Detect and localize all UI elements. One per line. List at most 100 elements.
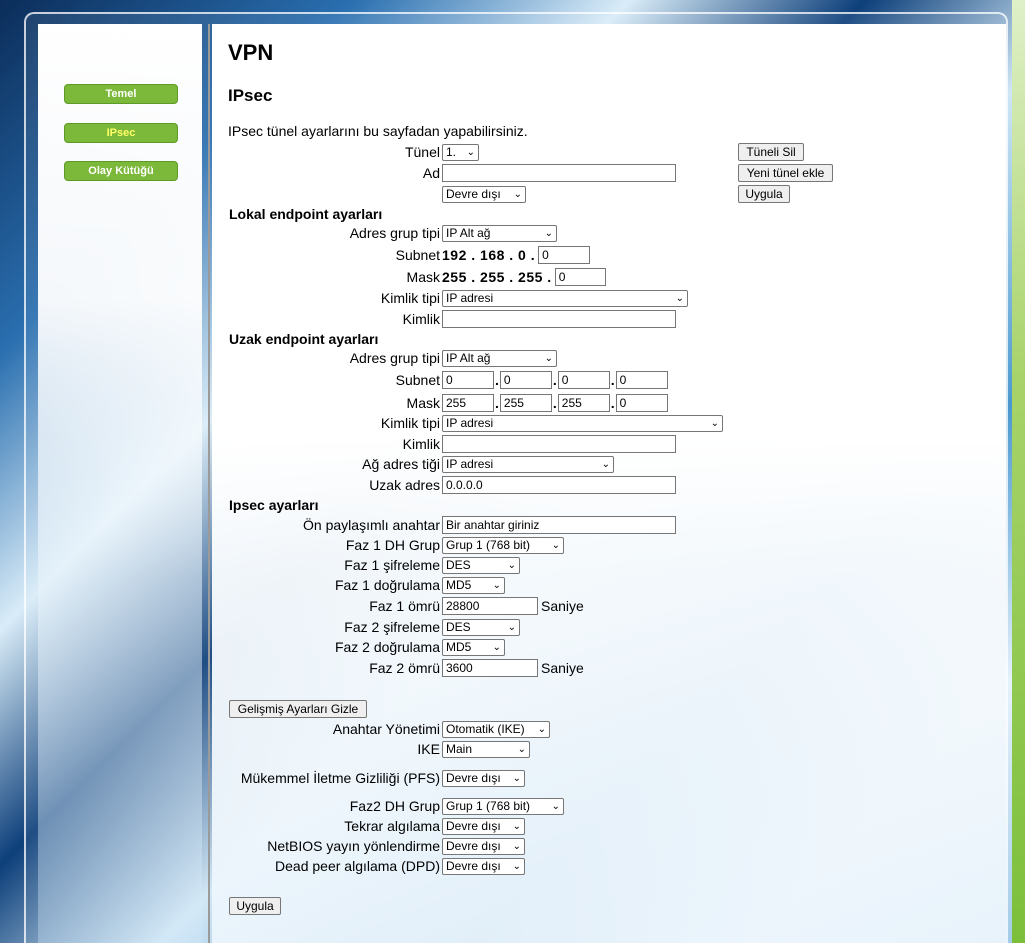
local-id-type-label: Kimlik tipi <box>380 290 440 306</box>
remote-net-addr-type-label: Ağ adres tiği <box>362 456 440 472</box>
nav-item-temel[interactable]: Temel <box>64 84 178 104</box>
psk-label: Ön paylaşımlı anahtar <box>303 517 440 533</box>
key-mgmt-select[interactable]: Otomatik (IKE) ⌄ <box>442 720 550 738</box>
dpd-select[interactable]: Devre dışı ⌄ <box>442 857 525 875</box>
tunnel-select[interactable]: 1. ⌄ <box>442 143 479 161</box>
ipsec-section-title: Ipsec ayarları <box>229 497 319 513</box>
toggle-advanced-button[interactable]: Gelişmiş Ayarları Gizle <box>229 700 367 718</box>
remote-subnet-octet-4[interactable] <box>615 371 668 389</box>
ike-select[interactable]: Main ⌄ <box>442 740 530 758</box>
chevron-down-icon: ⌄ <box>517 743 526 755</box>
sidebar: Temel IPsec Olay Kütüğü <box>38 24 202 943</box>
p1-life-input[interactable] <box>442 597 538 615</box>
local-subnet-prefix: 192 . 168 . 0 . <box>442 247 536 263</box>
intro-text: IPsec tünel ayarlarını bu sayfadan yapab… <box>228 123 528 139</box>
key-mgmt-label: Anahtar Yönetimi <box>332 721 440 737</box>
local-mask-prefix: 255 . 255 . 255 . <box>442 269 552 285</box>
remote-subnet-octet-2[interactable] <box>499 371 552 389</box>
remote-subnet-octet-3[interactable] <box>557 371 610 389</box>
chevron-down-icon: ⌄ <box>544 227 553 239</box>
p1-dh-select[interactable]: Grup 1 (768 bit) ⌄ <box>442 536 564 554</box>
remote-id-input[interactable] <box>442 435 676 453</box>
remote-group-type-select[interactable]: IP Alt ağ ⌄ <box>442 349 557 367</box>
chevron-down-icon: ⌄ <box>551 539 560 551</box>
local-subnet-label: Subnet <box>395 247 440 263</box>
add-tunnel-button[interactable]: Yeni tünel ekle <box>738 164 833 182</box>
chevron-down-icon: ⌄ <box>507 559 516 571</box>
remote-id-label: Kimlik <box>402 436 440 452</box>
remote-mask-label: Mask <box>406 395 440 411</box>
p2-auth-label: Faz 2 doğrulama <box>334 639 440 655</box>
p2-dh-select[interactable]: Grup 1 (768 bit) ⌄ <box>442 797 564 815</box>
remote-addr-input[interactable] <box>442 476 676 494</box>
local-id-type-select[interactable]: IP adresi ⌄ <box>442 289 688 307</box>
replay-label: Tekrar algılama <box>344 818 440 834</box>
p2-enc-label: Faz 2 şifreleme <box>344 619 440 635</box>
remote-mask-octet-3[interactable] <box>557 394 610 412</box>
local-mask-last-input[interactable] <box>554 268 606 286</box>
name-label: Ad <box>422 165 440 181</box>
name-input[interactable] <box>442 164 676 182</box>
p1-life-unit: Saniye <box>541 598 584 614</box>
delete-tunnel-button[interactable]: Tüneli Sil <box>738 143 804 161</box>
replay-select[interactable]: Devre dışı ⌄ <box>442 817 525 835</box>
remote-id-type-select[interactable]: IP adresi ⌄ <box>442 414 723 432</box>
p1-auth-select[interactable]: MD5 ⌄ <box>442 576 505 594</box>
nav-item-olay-kutugu[interactable]: Olay Kütüğü <box>64 161 178 181</box>
chevron-down-icon: ⌄ <box>544 352 553 364</box>
remote-net-addr-type-select[interactable]: IP adresi ⌄ <box>442 455 614 473</box>
remote-section-title: Uzak endpoint ayarları <box>229 331 379 347</box>
chevron-down-icon: ⌄ <box>551 800 560 812</box>
page-subtitle: IPsec <box>228 86 273 105</box>
remote-addr-label: Uzak adres <box>369 477 440 493</box>
p1-enc-select[interactable]: DES ⌄ <box>442 556 520 574</box>
local-id-label: Kimlik <box>402 311 440 327</box>
p2-life-unit: Saniye <box>541 660 584 676</box>
nav-item-ipsec[interactable]: IPsec <box>64 123 178 143</box>
p2-auth-select[interactable]: MD5 ⌄ <box>442 638 505 656</box>
dpd-label: Dead peer algılama (DPD) <box>275 858 440 874</box>
apply-tunnel-button[interactable]: Uygula <box>738 185 790 203</box>
chevron-down-icon: ⌄ <box>710 417 719 429</box>
apply-button[interactable]: Uygula <box>229 897 281 915</box>
netbios-select[interactable]: Devre dışı ⌄ <box>442 837 525 855</box>
local-mask-label: Mask <box>406 269 440 285</box>
chevron-down-icon: ⌄ <box>537 723 546 735</box>
chevron-down-icon: ⌄ <box>675 292 684 304</box>
pfs-label: Mükemmel İletme Gizliliği (PFS) <box>240 770 440 786</box>
psk-input[interactable] <box>442 516 676 534</box>
tunnel-label: Tünel <box>404 144 440 160</box>
p2-life-label: Faz 2 ömrü <box>369 660 440 676</box>
ike-label: IKE <box>417 741 440 757</box>
p1-enc-label: Faz 1 şifreleme <box>344 557 440 573</box>
local-subnet-last-input[interactable] <box>538 246 591 264</box>
chevron-down-icon: ⌄ <box>512 772 521 784</box>
remote-subnet-octet-1[interactable] <box>442 371 494 389</box>
main-panel: VPN IPsec IPsec tünel ayarlarını bu sayf… <box>212 24 1006 943</box>
chevron-down-icon: ⌄ <box>512 860 521 872</box>
remote-mask-octet-4[interactable] <box>615 394 668 412</box>
chevron-down-icon: ⌄ <box>512 840 521 852</box>
chevron-down-icon: ⌄ <box>492 641 501 653</box>
background-edge <box>1012 0 1025 943</box>
p1-dh-label: Faz 1 DH Grup <box>345 537 440 553</box>
remote-mask-octet-2[interactable] <box>499 394 552 412</box>
chevron-down-icon: ⌄ <box>512 820 521 832</box>
local-section-title: Lokal endpoint ayarları <box>229 206 383 222</box>
pfs-select[interactable]: Devre dışı ⌄ <box>442 769 525 787</box>
local-group-type-select[interactable]: IP Alt ağ ⌄ <box>442 224 557 242</box>
remote-id-type-label: Kimlik tipi <box>380 415 440 431</box>
tunnel-status-select[interactable]: Devre dışı ⌄ <box>442 185 526 203</box>
chevron-down-icon: ⌄ <box>513 188 522 200</box>
p2-enc-select[interactable]: DES ⌄ <box>442 618 520 636</box>
remote-mask-octet-1[interactable] <box>442 394 494 412</box>
p1-auth-label: Faz 1 doğrulama <box>334 577 440 593</box>
local-id-input[interactable] <box>442 310 676 328</box>
chevron-down-icon: ⌄ <box>507 621 516 633</box>
chevron-down-icon: ⌄ <box>601 458 610 470</box>
p2-dh-label: Faz2 DH Grup <box>349 798 440 814</box>
p2-life-input[interactable] <box>442 659 538 677</box>
chevron-down-icon: ⌄ <box>466 146 475 158</box>
page-title: VPN <box>228 40 274 65</box>
local-group-type-label: Adres grup tipi <box>349 225 440 241</box>
